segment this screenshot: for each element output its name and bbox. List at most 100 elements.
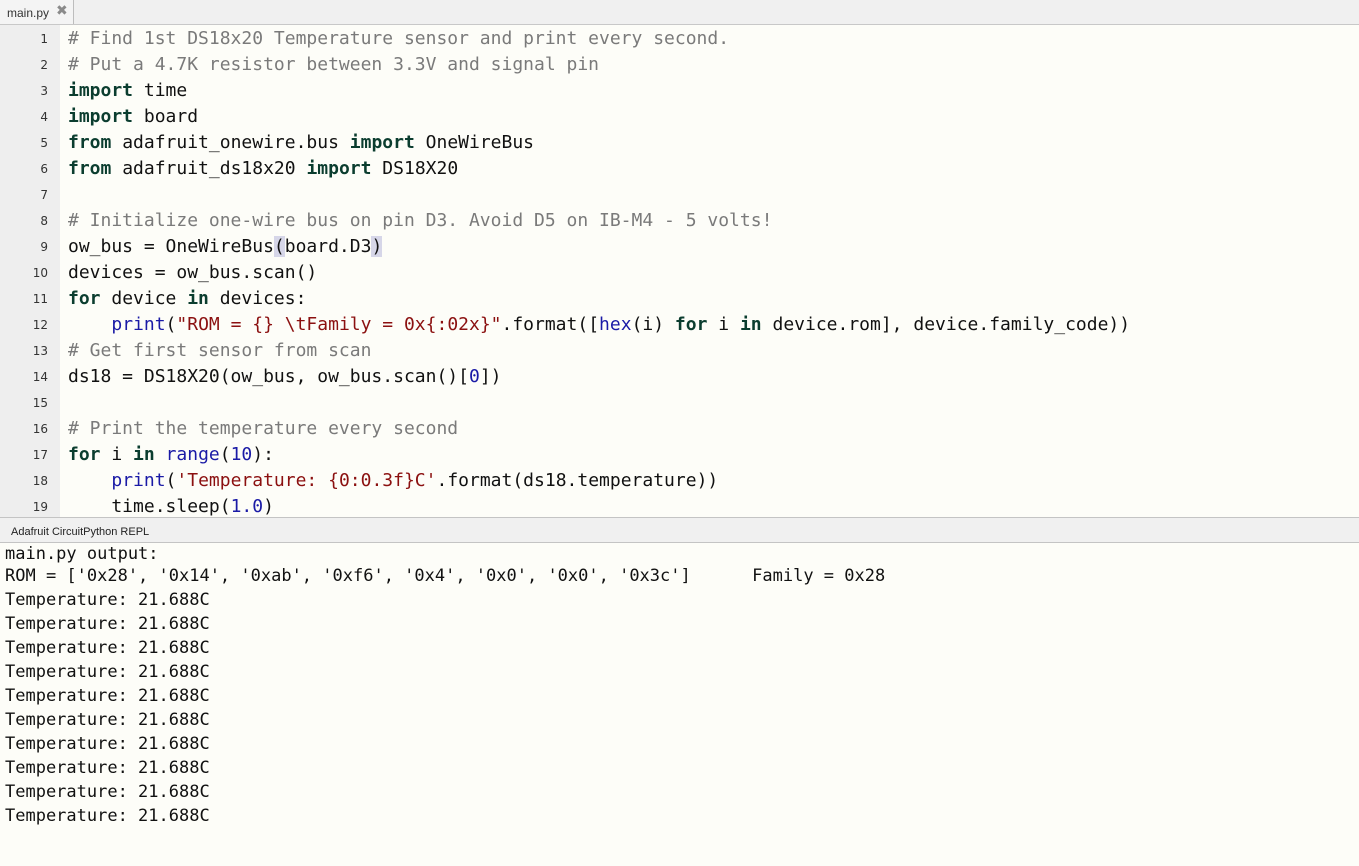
- code-text: devices = ow_bus.scan(): [68, 261, 317, 285]
- code-text: # Get first sensor from scan: [68, 339, 371, 363]
- code-token: adafruit_onewire.bus: [111, 132, 350, 153]
- code-line[interactable]: 12 print("ROM = {} \tFamily = 0x{:02x}".…: [0, 312, 1359, 338]
- code-token: ds18 = DS18X20(ow_bus, ow_bus.scan()[: [68, 366, 469, 387]
- code-token: (: [165, 470, 177, 491]
- tab-main-py[interactable]: main.py ✖: [0, 0, 74, 24]
- code-text: from adafruit_onewire.bus import OneWire…: [68, 131, 534, 155]
- code-text: ow_bus = OneWireBus(board.D3): [68, 235, 383, 259]
- code-token: devices:: [208, 288, 307, 309]
- code-line[interactable]: 18 print('Temperature: {0:0.3f}C'.format…: [0, 468, 1359, 494]
- code-text: print("ROM = {} \tFamily = 0x{:02x}".for…: [68, 313, 1130, 337]
- line-number: 1: [40, 32, 48, 46]
- repl-output-panel[interactable]: main.py output: ROM = ['0x28', '0x14', '0…: [0, 543, 1359, 866]
- code-line[interactable]: 6 from adafruit_ds18x20 import DS18X20: [0, 156, 1359, 182]
- code-token: for: [68, 444, 101, 465]
- tab-label: main.py: [7, 6, 50, 20]
- code-text: time.sleep(1.0): [68, 495, 274, 517]
- repl-output-line: Temperature: 21.688C: [5, 686, 210, 706]
- code-token: # Initialize one-wire bus on pin D3. Avo…: [68, 210, 773, 231]
- code-line[interactable]: 14 ds18 = DS18X20(ow_bus, ow_bus.scan()[0…: [0, 364, 1359, 390]
- line-number: 15: [32, 396, 48, 410]
- code-text: # Put a 4.7K resistor between 3.3V and s…: [68, 53, 599, 77]
- close-icon[interactable]: ✖: [56, 3, 70, 19]
- code-token: 0: [468, 366, 480, 387]
- code-token: (: [165, 314, 177, 335]
- code-text: import board: [68, 105, 198, 129]
- code-token: i: [100, 444, 134, 465]
- code-token: in: [187, 288, 209, 309]
- code-text: ds18 = DS18X20(ow_bus, ow_bus.scan()[0]): [68, 365, 502, 389]
- code-line[interactable]: 10 devices = ow_bus.scan(): [0, 260, 1359, 286]
- repl-output-line: Temperature: 21.688C: [5, 782, 210, 802]
- code-token: ): [263, 496, 274, 517]
- repl-output-line: Temperature: 21.688C: [5, 662, 210, 682]
- code-line[interactable]: 16 # Print the temperature every second: [0, 416, 1359, 442]
- line-number: 17: [32, 448, 48, 462]
- code-line[interactable]: 11 for device in devices:: [0, 286, 1359, 312]
- code-token: import: [68, 80, 134, 101]
- code-token: time: [133, 80, 188, 101]
- code-text: import time: [68, 79, 187, 103]
- repl-output-line: ROM = ['0x28', '0x14', '0xab', '0xf6', '…: [5, 566, 886, 586]
- repl-output-line: Temperature: 21.688C: [5, 806, 210, 826]
- repl-title: Adafruit CircuitPython REPL: [11, 526, 150, 538]
- repl-output-line: Temperature: 21.688C: [5, 590, 210, 610]
- code-line[interactable]: 8 # Initialize one-wire bus on pin D3. Av…: [0, 208, 1359, 234]
- code-token: 'Temperature: {0:0.3f}C': [176, 470, 437, 491]
- line-number: 14: [32, 370, 48, 384]
- repl-output-line: Temperature: 21.688C: [5, 758, 210, 778]
- code-token: hex: [599, 314, 632, 335]
- line-number: 12: [32, 318, 48, 332]
- line-number: 3: [40, 84, 48, 98]
- code-token: import: [349, 132, 415, 153]
- code-token: (: [273, 236, 285, 257]
- line-number: 19: [32, 500, 48, 514]
- line-number: 10: [32, 266, 48, 280]
- code-line[interactable]: 5 from adafruit_onewire.bus import OneWir…: [0, 130, 1359, 156]
- code-line[interactable]: 9 ow_bus = OneWireBus(board.D3): [0, 234, 1359, 260]
- repl-output-line: Temperature: 21.688C: [5, 710, 210, 730]
- code-line[interactable]: 3 import time: [0, 78, 1359, 104]
- repl-output-line: Temperature: 21.688C: [5, 638, 210, 658]
- repl-output-line: Temperature: 21.688C: [5, 734, 210, 754]
- line-number: 4: [40, 110, 48, 124]
- code-line[interactable]: 1 # Find 1st DS18x20 Temperature sensor a…: [0, 26, 1359, 52]
- code-editor[interactable]: 1 # Find 1st DS18x20 Temperature sensor a…: [0, 25, 1359, 517]
- line-number: 18: [32, 474, 48, 488]
- code-token: print: [111, 314, 166, 335]
- code-token: # Print the temperature every second: [68, 418, 459, 439]
- code-token: # Put a 4.7K resistor between 3.3V and s…: [68, 54, 600, 75]
- code-token: device: [100, 288, 188, 309]
- repl-output-line: main.py output:: [5, 544, 159, 564]
- line-number: 13: [32, 344, 48, 358]
- code-token: .format(ds18.temperature)): [436, 470, 719, 491]
- code-token: for: [674, 314, 708, 335]
- code-token: "ROM = {} \tFamily = 0x{:02x}": [176, 314, 502, 335]
- code-token: import: [306, 158, 372, 179]
- code-token: DS18X20: [371, 158, 459, 179]
- code-line[interactable]: 2 # Put a 4.7K resistor between 3.3V and …: [0, 52, 1359, 78]
- code-token: OneWireBus: [414, 132, 535, 153]
- code-text: # Initialize one-wire bus on pin D3. Avo…: [68, 209, 772, 233]
- code-line[interactable]: 13 # Get first sensor from scan: [0, 338, 1359, 364]
- code-token: (: [219, 444, 231, 465]
- code-token: (i): [631, 314, 675, 335]
- code-token: ]): [479, 366, 502, 387]
- code-token: range: [165, 444, 220, 465]
- code-text: print('Temperature: {0:0.3f}C'.format(ds…: [68, 469, 718, 493]
- code-line[interactable]: 17 for i in range(10):: [0, 442, 1359, 468]
- code-token: ow_bus = OneWireBus: [68, 236, 274, 257]
- code-token: board.D3: [284, 236, 372, 257]
- code-token: import: [68, 106, 134, 127]
- code-text: from adafruit_ds18x20 import DS18X20: [68, 157, 458, 181]
- repl-panel-header: Adafruit CircuitPython REPL: [0, 517, 1359, 543]
- code-token: in: [739, 314, 762, 335]
- code-line[interactable]: 4 import board: [0, 104, 1359, 130]
- code-token: ): [371, 236, 383, 257]
- code-line[interactable]: 7: [0, 182, 1359, 208]
- code-line[interactable]: 19 time.sleep(1.0): [0, 494, 1359, 517]
- code-line[interactable]: 15: [0, 390, 1359, 416]
